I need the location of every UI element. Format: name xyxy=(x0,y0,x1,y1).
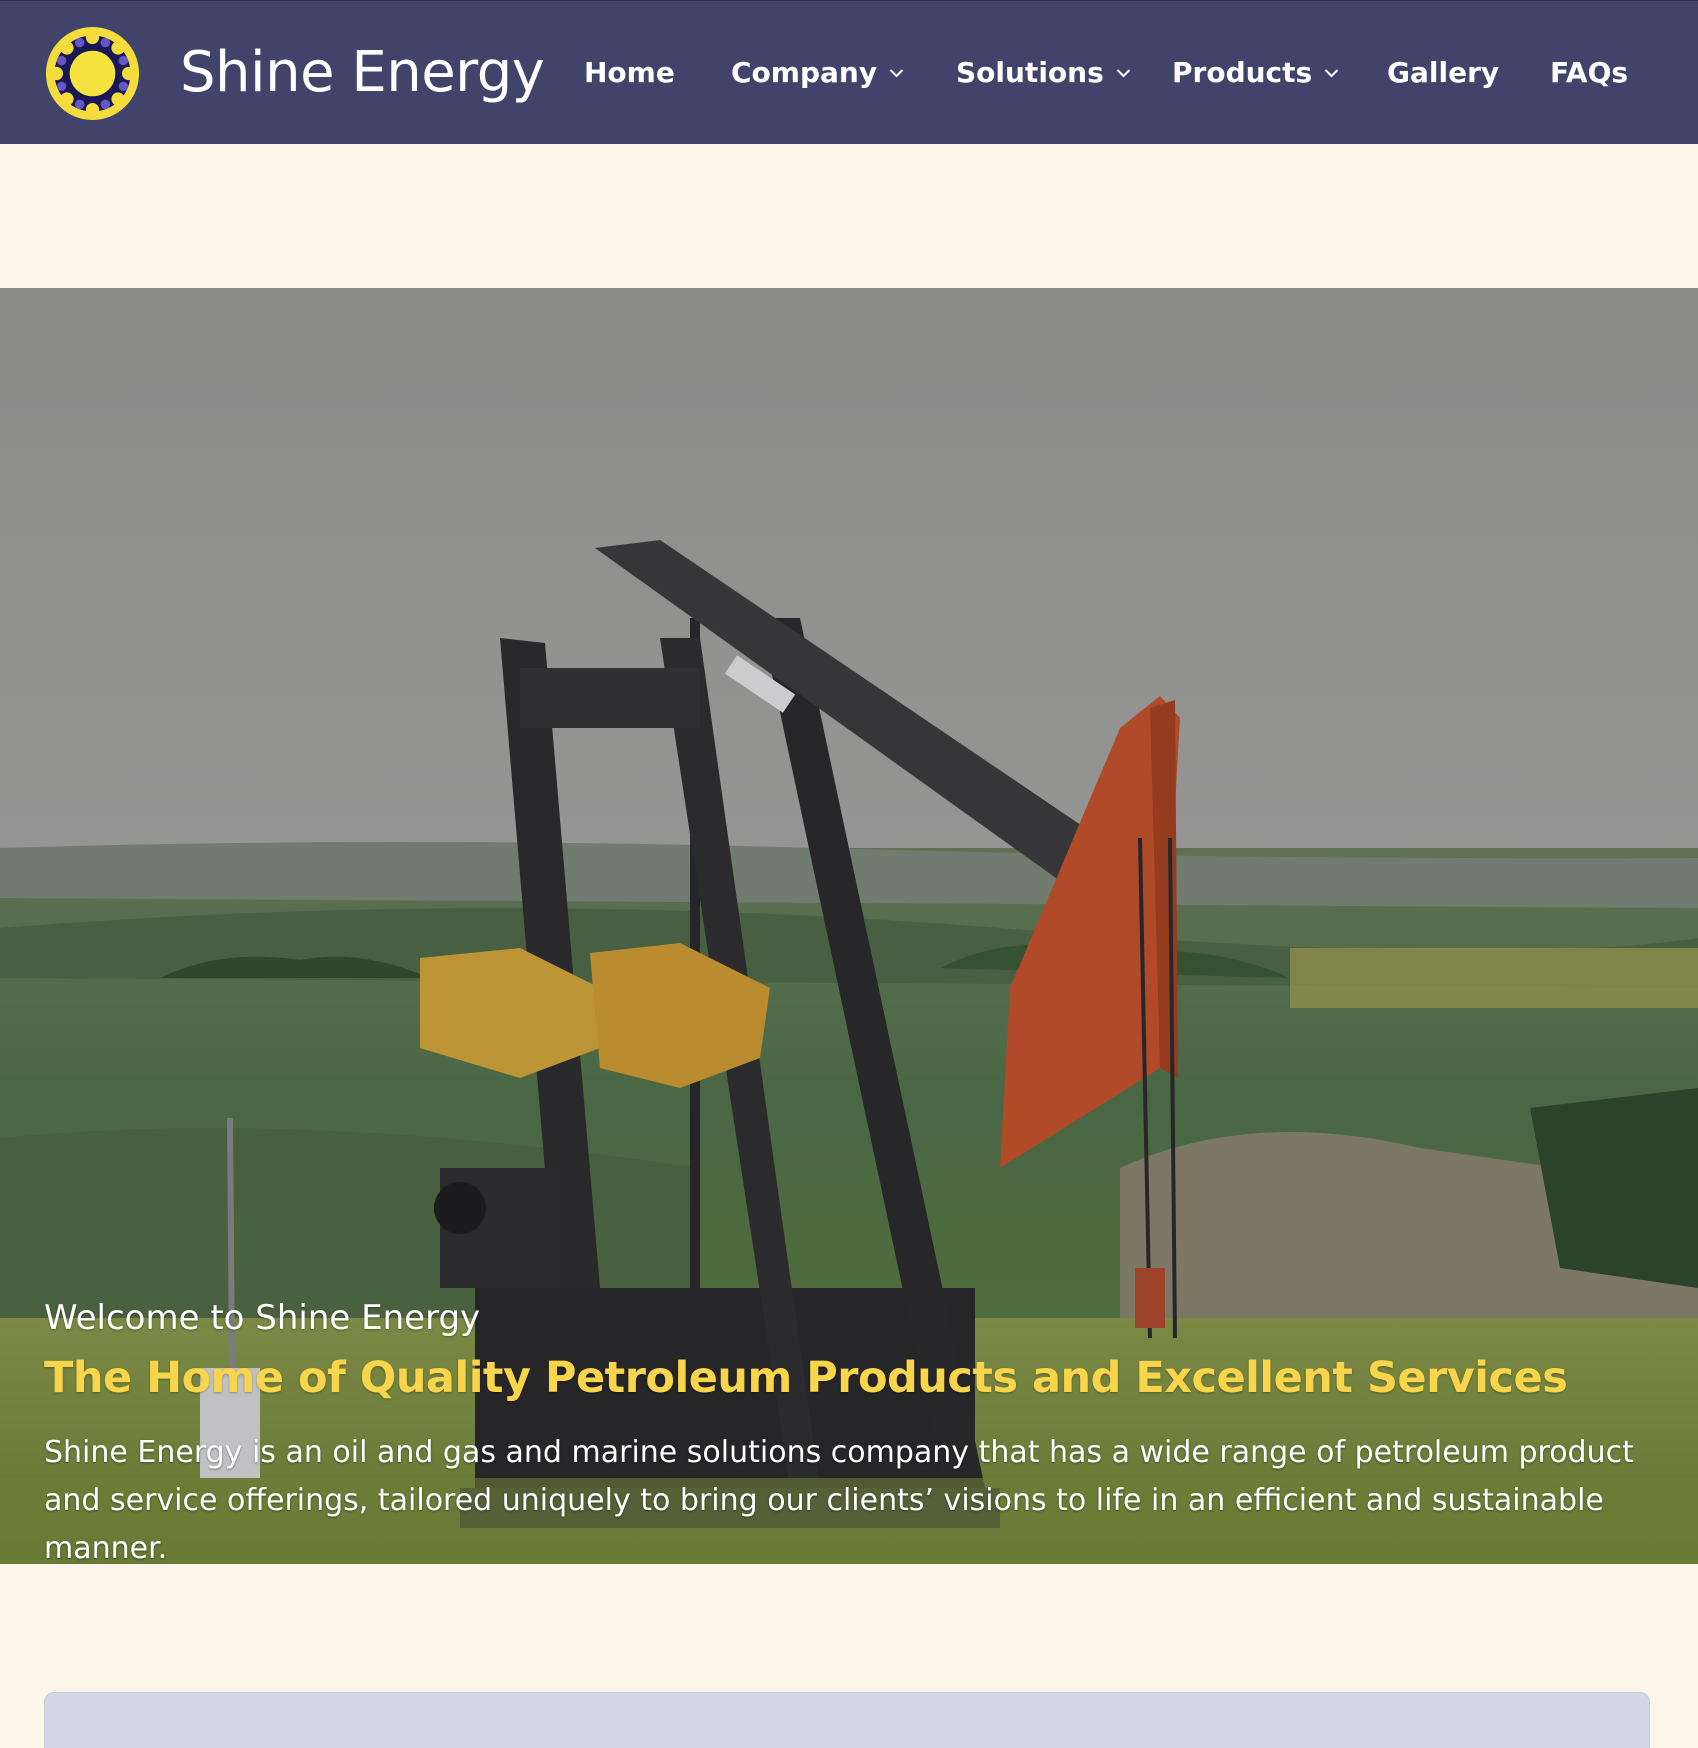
site-header: Shine Energy Home Company Solutions Prod… xyxy=(0,0,1698,144)
brand-name[interactable]: Shine Energy xyxy=(180,35,545,111)
header-spacer xyxy=(0,144,1698,288)
hero-title: The Home of Quality Petroleum Products a… xyxy=(44,1353,1568,1403)
hero-section: Welcome to Shine Energy The Home of Qual… xyxy=(0,288,1698,1564)
nav-products-label: Products xyxy=(1172,56,1313,89)
nav-faqs-label: FAQs xyxy=(1550,56,1629,89)
nav-home-label: Home xyxy=(584,56,675,89)
nav-company[interactable]: Company xyxy=(731,53,904,93)
content-card xyxy=(44,1692,1650,1748)
nav-solutions-label: Solutions xyxy=(956,56,1104,89)
nav-home[interactable]: Home xyxy=(584,53,675,93)
chevron-down-icon xyxy=(1116,69,1130,78)
nav-gallery[interactable]: Gallery xyxy=(1387,53,1499,93)
sun-logo-icon[interactable] xyxy=(45,26,140,121)
chevron-down-icon xyxy=(889,69,904,78)
nav-gallery-label: Gallery xyxy=(1387,56,1500,89)
chevron-down-icon xyxy=(1324,69,1339,78)
nav-faqs[interactable]: FAQs xyxy=(1550,53,1628,93)
hero-description: Shine Energy is an oil and gas and marin… xyxy=(44,1435,1634,1564)
nav-products[interactable]: Products xyxy=(1172,53,1339,93)
nav-solutions[interactable]: Solutions xyxy=(956,53,1131,93)
page: Shine Energy Home Company Solutions Prod… xyxy=(0,0,1698,1748)
nav-company-label: Company xyxy=(731,56,878,89)
